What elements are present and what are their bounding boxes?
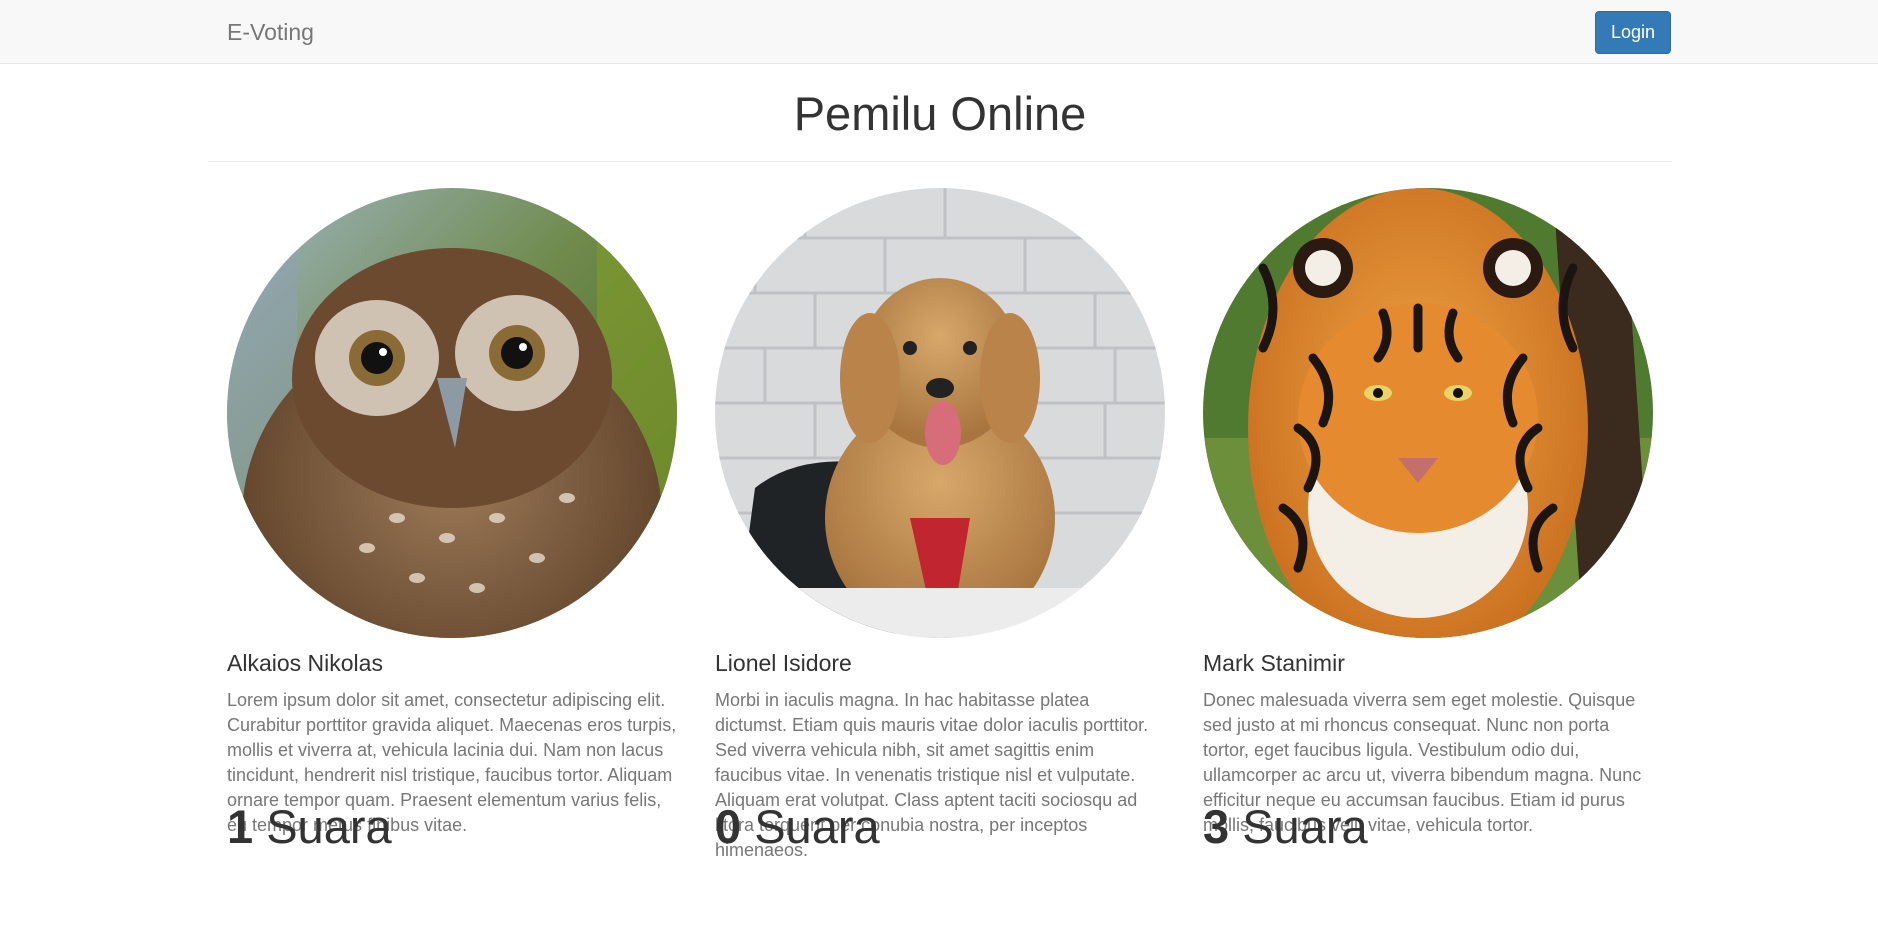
brand-link[interactable]: E-Voting xyxy=(227,18,314,46)
vote-count-display: 0 Suara xyxy=(715,799,880,855)
vote-count: 0 xyxy=(715,800,742,853)
owl-photo xyxy=(227,188,677,638)
vote-label: Suara xyxy=(1242,800,1368,853)
login-button[interactable]: Login xyxy=(1595,11,1671,54)
vote-count: 1 xyxy=(227,800,254,853)
page-title: Pemilu Online xyxy=(793,87,1087,140)
candidate-name: Alkaios Nikolas xyxy=(227,650,383,676)
vote-count: 3 xyxy=(1203,800,1230,853)
vote-count-display: 1 Suara xyxy=(227,799,392,855)
candidate-card: Mark Stanimir Donec malesuada viverra se… xyxy=(1203,188,1653,838)
candidate-card: Alkaios Nikolas Lorem ipsum dolor sit am… xyxy=(227,188,677,838)
navbar: E-Voting Login xyxy=(0,0,1878,64)
vote-label: Suara xyxy=(754,800,880,853)
candidate-card: Lionel Isidore Morbi in iaculis magna. I… xyxy=(715,188,1165,863)
vote-label: Suara xyxy=(266,800,392,853)
vote-count-display: 3 Suara xyxy=(1203,799,1368,855)
candidate-name: Mark Stanimir xyxy=(1203,650,1345,676)
main-container: Pemilu Online Alkaios Nikolas Lorem ipsu… xyxy=(208,64,1672,860)
tiger-photo xyxy=(1203,188,1653,638)
title-divider xyxy=(208,161,1672,162)
dog-photo xyxy=(715,188,1165,638)
candidate-name: Lionel Isidore xyxy=(715,650,852,676)
